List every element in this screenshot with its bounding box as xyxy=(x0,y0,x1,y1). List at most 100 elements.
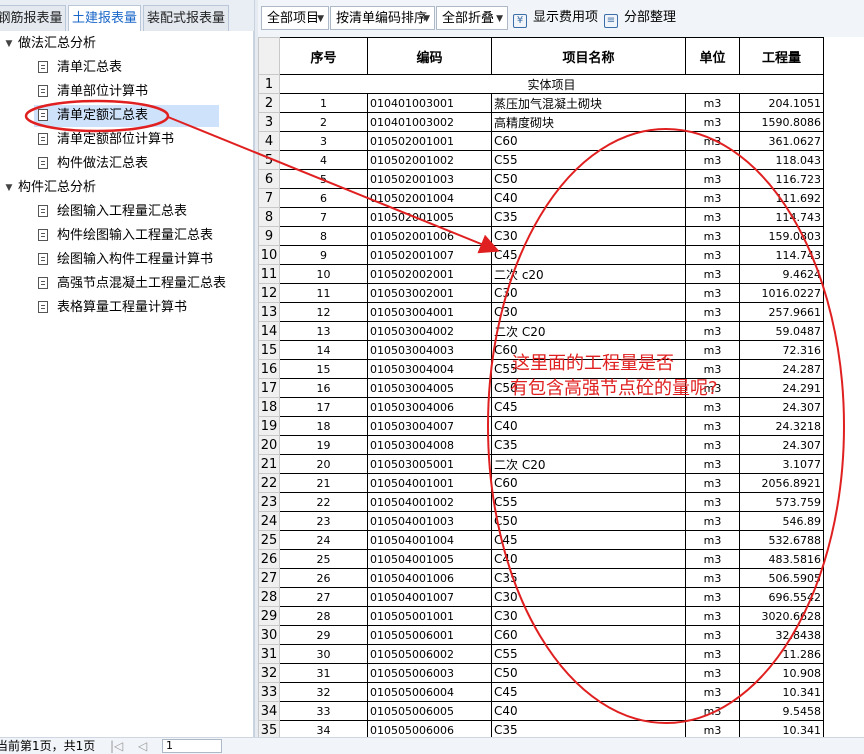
section-arrange-button[interactable]: ≡ 分部整理 xyxy=(604,6,676,30)
cell-quantity: 3020.6628 xyxy=(739,606,824,626)
table-row[interactable]: 13 12 010503004001 C30 m3 257.9661 xyxy=(258,302,824,322)
section-title: 实体项目 xyxy=(279,74,824,94)
table-row[interactable]: 4 3 010502001001 C60 m3 361.0627 xyxy=(258,131,824,151)
cell-unit: m3 xyxy=(685,359,740,379)
tab-rebar-report[interactable]: 钢筋报表量 xyxy=(0,5,66,31)
table-row[interactable]: 14 13 010503004002 二次 C20 m3 59.0487 xyxy=(258,321,824,341)
header-unit[interactable]: 单位 xyxy=(685,37,740,75)
table-row[interactable]: 12 11 010503002001 C30 m3 1016.0227 xyxy=(258,283,824,303)
cell-code: 010502001002 xyxy=(367,150,492,170)
sort-dropdown[interactable]: 按清单编码排序 ▼ xyxy=(330,6,435,30)
collapse-caret-icon[interactable]: ▼ xyxy=(4,177,14,199)
table-row[interactable]: 2 1 010401003001 蒸压加气混凝土砌块 m3 204.1051 xyxy=(258,93,824,113)
cell-index: 2 xyxy=(279,112,368,132)
cell-index: 32 xyxy=(279,682,368,702)
table-row[interactable]: 31 30 010505006002 C55 m3 11.286 xyxy=(258,644,824,664)
table-row[interactable]: 22 21 010504001001 C60 m3 2056.8921 xyxy=(258,473,824,493)
cell-code: 010503004008 xyxy=(367,435,492,455)
prev-page-icon[interactable]: ◁ xyxy=(138,738,147,754)
cell-code: 010503004007 xyxy=(367,416,492,436)
table-row[interactable]: 33 32 010505006004 C45 m3 10.341 xyxy=(258,682,824,702)
tree-item[interactable]: 绘图输入工程量汇总表 xyxy=(38,201,187,223)
header-index[interactable]: 序号 xyxy=(279,37,368,75)
table-row[interactable]: 27 26 010504001006 C35 m3 506.5905 xyxy=(258,568,824,588)
row-number: 22 xyxy=(258,473,280,493)
tree-item[interactable]: 构件绘图输入工程量汇总表 xyxy=(38,225,213,247)
tab-civil-report[interactable]: 土建报表量 xyxy=(68,5,141,32)
page-number-input[interactable]: 1 xyxy=(162,739,222,753)
tree-group-component[interactable]: ▼ 构件汇总分析 xyxy=(0,177,96,199)
table-row[interactable]: 32 31 010505006003 C50 m3 10.908 xyxy=(258,663,824,683)
table-row[interactable]: 10 9 010502001007 C45 m3 114.743 xyxy=(258,245,824,265)
cell-item-name: C45 xyxy=(491,530,686,550)
cell-code: 010504001001 xyxy=(367,473,492,493)
table-row[interactable]: 7 6 010502001004 C40 m3 111.692 xyxy=(258,188,824,208)
cell-code: 010505001001 xyxy=(367,606,492,626)
scope-dropdown[interactable]: 全部项目 ▼ xyxy=(261,6,329,30)
cell-code: 010505006005 xyxy=(367,701,492,721)
header-code[interactable]: 编码 xyxy=(367,37,492,75)
table-row[interactable]: 35 34 010505006006 C35 m3 10.341 xyxy=(258,720,824,737)
cell-item-name: C30 xyxy=(491,283,686,303)
cell-quantity: 204.1051 xyxy=(739,93,824,113)
cell-item-name: C50 xyxy=(491,663,686,683)
tree-item[interactable]: 表格算量工程量计算书 xyxy=(38,297,187,319)
cell-quantity: 257.9661 xyxy=(739,302,824,322)
tree-item[interactable]: 清单部位计算书 xyxy=(38,81,148,103)
table-row[interactable]: 30 29 010505006001 C60 m3 32.8438 xyxy=(258,625,824,645)
tab-prefab-report[interactable]: 装配式报表量 xyxy=(143,5,229,31)
cell-index: 12 xyxy=(279,302,368,322)
table-row[interactable]: 23 22 010504001002 C55 m3 573.759 xyxy=(258,492,824,512)
dropdown-arrow-icon: ▼ xyxy=(496,14,503,24)
cell-unit: m3 xyxy=(685,245,740,265)
table-row[interactable]: 3 2 010401003002 高精度砌块 m3 1590.8086 xyxy=(258,112,824,132)
tree-item[interactable]: 清单定额部位计算书 xyxy=(38,129,174,151)
collapse-caret-icon[interactable]: ▼ xyxy=(4,33,14,55)
cell-unit: m3 xyxy=(685,644,740,664)
tree-item[interactable]: 绘图输入构件工程量计算书 xyxy=(38,249,213,271)
table-row[interactable]: 25 24 010504001004 C45 m3 532.6788 xyxy=(258,530,824,550)
table-row[interactable]: 26 25 010504001005 C40 m3 483.5816 xyxy=(258,549,824,569)
table-row[interactable]: 8 7 010502001005 C35 m3 114.743 xyxy=(258,207,824,227)
table-row[interactable]: 21 20 010503005001 二次 C20 m3 3.1077 xyxy=(258,454,824,474)
section-row[interactable]: 1 实体项目 xyxy=(258,74,824,94)
table-row[interactable]: 24 23 010504001003 C50 m3 546.89 xyxy=(258,511,824,531)
cell-unit: m3 xyxy=(685,549,740,569)
fold-dropdown[interactable]: 全部折叠 ▼ xyxy=(436,6,508,30)
row-number: 1 xyxy=(258,74,280,94)
document-icon xyxy=(38,61,48,73)
cell-code: 010504001004 xyxy=(367,530,492,550)
cell-quantity: 24.307 xyxy=(739,435,824,455)
show-fee-button[interactable]: ¥ 显示费用项 xyxy=(513,6,598,30)
table-row[interactable]: 28 27 010504001007 C30 m3 696.5542 xyxy=(258,587,824,607)
table-row[interactable]: 20 19 010503004008 C35 m3 24.307 xyxy=(258,435,824,455)
tree-item[interactable]: 高强节点混凝土工程量汇总表 xyxy=(38,273,226,295)
tree-item-selected[interactable]: 清单定额汇总表 xyxy=(34,105,219,127)
cell-code: 010504001002 xyxy=(367,492,492,512)
cell-quantity: 24.291 xyxy=(739,378,824,398)
table-row[interactable]: 34 33 010505006005 C40 m3 9.5458 xyxy=(258,701,824,721)
row-number: 20 xyxy=(258,435,280,455)
cell-quantity: 10.908 xyxy=(739,663,824,683)
cell-index: 33 xyxy=(279,701,368,721)
row-number: 21 xyxy=(258,454,280,474)
table-row[interactable]: 18 17 010503004006 C45 m3 24.307 xyxy=(258,397,824,417)
header-item-name[interactable]: 项目名称 xyxy=(491,37,686,75)
first-page-icon[interactable]: |◁ xyxy=(110,738,123,754)
cell-index: 21 xyxy=(279,473,368,493)
cell-quantity: 10.341 xyxy=(739,720,824,737)
table-row[interactable]: 11 10 010502002001 二次 c20 m3 9.4624 xyxy=(258,264,824,284)
tree-item[interactable]: 清单汇总表 xyxy=(38,57,122,79)
header-quantity[interactable]: 工程量 xyxy=(739,37,824,75)
table-row[interactable]: 5 4 010502001002 C55 m3 118.043 xyxy=(258,150,824,170)
tree-group-method[interactable]: ▼ 做法汇总分析 xyxy=(0,33,96,55)
tree-item[interactable]: 构件做法汇总表 xyxy=(38,153,148,175)
cell-code: 010401003001 xyxy=(367,93,492,113)
cell-item-name: C60 xyxy=(491,473,686,493)
table-row[interactable]: 9 8 010502001006 C30 m3 159.0803 xyxy=(258,226,824,246)
table-row[interactable]: 19 18 010503004007 C40 m3 24.3218 xyxy=(258,416,824,436)
cell-quantity: 532.6788 xyxy=(739,530,824,550)
table-row[interactable]: 29 28 010505001001 C30 m3 3020.6628 xyxy=(258,606,824,626)
table-row[interactable]: 6 5 010502001003 C50 m3 116.723 xyxy=(258,169,824,189)
cell-item-name: C30 xyxy=(491,587,686,607)
